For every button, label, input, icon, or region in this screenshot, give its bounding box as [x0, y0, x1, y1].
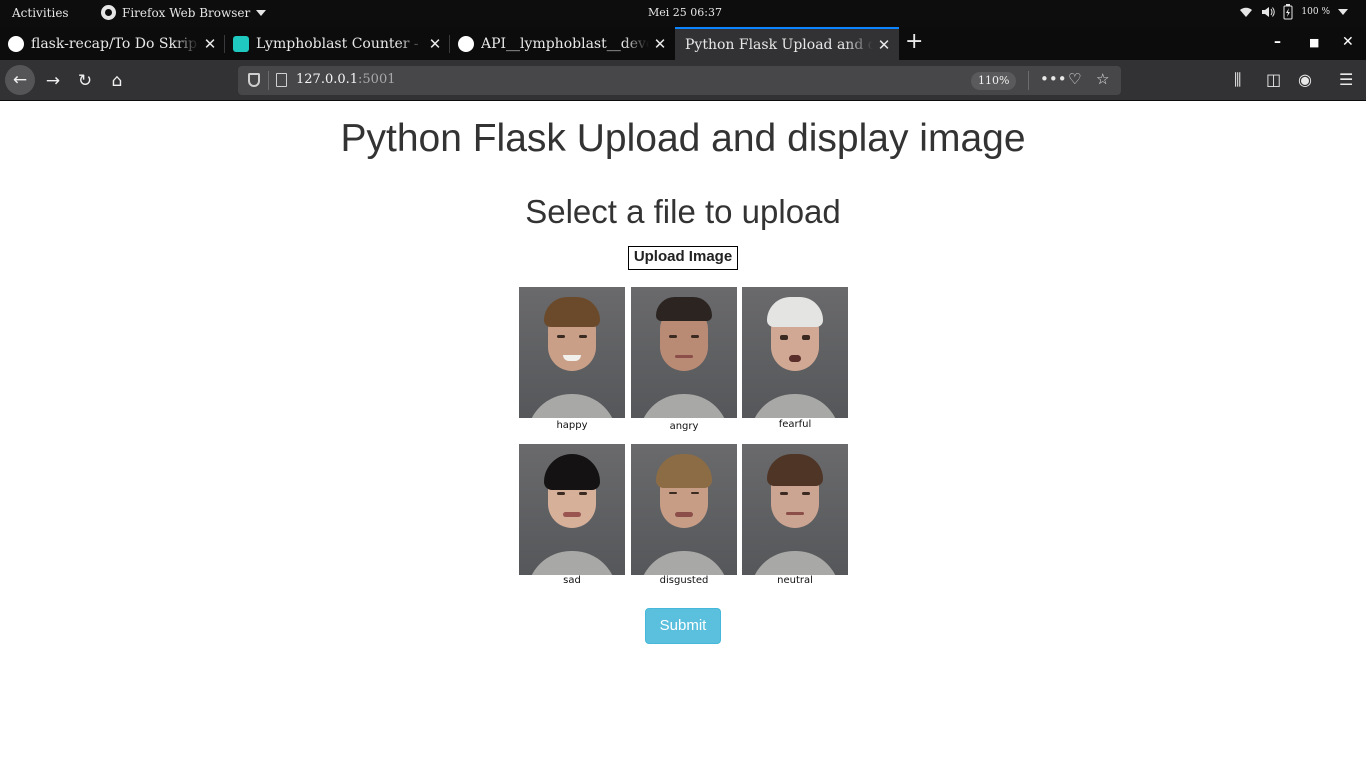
- sidebar-icon[interactable]: ◫: [1266, 70, 1281, 89]
- submit-button[interactable]: Submit: [645, 608, 721, 644]
- image-caption: neutral: [777, 575, 813, 586]
- home-icon: ⌂: [111, 71, 123, 91]
- system-top-bar: Activities Firefox Web Browser Mei 25 06…: [0, 0, 1366, 27]
- system-tray[interactable]: 100 %: [1239, 4, 1348, 20]
- page-title: Python Flask Upload and display image: [340, 117, 1026, 160]
- tracking-shield-icon[interactable]: [248, 73, 260, 87]
- activities-button[interactable]: Activities: [12, 6, 69, 20]
- close-icon[interactable]: ✕: [873, 36, 895, 54]
- tab-flask-upload[interactable]: Python Flask Upload and di ✕: [675, 27, 899, 60]
- upload-image-button[interactable]: Upload Image: [628, 246, 738, 270]
- arrow-left-icon: ←: [12, 70, 28, 90]
- face-photo: [742, 287, 848, 418]
- battery-icon: [1283, 4, 1293, 20]
- image-caption: disgusted: [659, 575, 709, 586]
- face-photo: [631, 287, 737, 418]
- url-host: 127.0.0.1: [296, 72, 359, 87]
- maximize-button[interactable]: ■: [1309, 36, 1319, 49]
- pocket-icon[interactable]: ♡: [1068, 70, 1081, 88]
- wifi-icon: [1240, 7, 1253, 17]
- tab-title: API__lymphoblast__deve: [481, 35, 649, 52]
- back-button[interactable]: ←: [5, 65, 35, 95]
- library-icon[interactable]: ⫼: [1234, 70, 1241, 90]
- image-caption: fearful: [778, 419, 812, 430]
- minimize-button[interactable]: –: [1274, 34, 1281, 50]
- battery-percent: 100 %: [1301, 7, 1330, 17]
- reload-button[interactable]: ↻: [71, 68, 99, 94]
- app-menu-label: Firefox Web Browser: [122, 5, 251, 20]
- face-photo: [742, 444, 848, 575]
- close-icon[interactable]: ✕: [199, 35, 221, 53]
- tab-strip: flask-recap/To Do Skripsi ✕ Lymphoblast …: [0, 27, 1366, 60]
- face-photo: [631, 444, 737, 575]
- image-caption: sad: [563, 575, 581, 586]
- url-text[interactable]: 127.0.0.1:5001: [296, 72, 396, 87]
- tab-title: Lymphoblast Counter -: [256, 35, 419, 52]
- image-caption: angry: [669, 421, 699, 432]
- forward-button[interactable]: →: [39, 68, 67, 94]
- tab-title: Python Flask Upload and di: [685, 36, 873, 53]
- url-port: :5001: [358, 72, 396, 87]
- menu-icon[interactable]: ☰: [1339, 70, 1353, 89]
- page-actions-icon[interactable]: •••: [1040, 70, 1067, 88]
- tab-title: flask-recap/To Do Skripsi: [31, 35, 199, 52]
- new-tab-button[interactable]: +: [905, 29, 923, 54]
- urlbar-divider: [1028, 71, 1029, 90]
- page-content: Python Flask Upload and display image Se…: [0, 101, 1366, 768]
- face-photo: [519, 444, 625, 575]
- firefox-icon: [101, 5, 116, 20]
- chart-icon: [233, 35, 249, 52]
- arrow-right-icon: →: [45, 71, 61, 91]
- image-caption: happy: [556, 420, 588, 431]
- urlbar-divider: [268, 71, 269, 90]
- page-subtitle: Select a file to upload: [525, 193, 841, 230]
- chevron-down-icon: [1338, 9, 1348, 15]
- url-bar[interactable]: 127.0.0.1:5001 110% ••• ♡ ☆: [238, 66, 1121, 95]
- github-icon: [8, 35, 24, 52]
- zoom-indicator[interactable]: 110%: [971, 72, 1017, 90]
- close-icon[interactable]: ✕: [649, 35, 671, 53]
- page-info-icon[interactable]: [276, 73, 287, 87]
- window-close-button[interactable]: ✕: [1342, 34, 1354, 50]
- account-icon[interactable]: ◉: [1298, 70, 1312, 89]
- clock[interactable]: Mei 25 06:37: [648, 6, 722, 19]
- app-menu[interactable]: Firefox Web Browser: [101, 5, 267, 20]
- github-icon: [458, 35, 474, 52]
- home-button[interactable]: ⌂: [103, 68, 131, 94]
- tab-flask-recap[interactable]: flask-recap/To Do Skripsi ✕: [0, 27, 225, 60]
- chevron-down-icon: [256, 9, 267, 16]
- tab-lymphoblast-counter[interactable]: Lymphoblast Counter - ✕: [225, 27, 450, 60]
- tab-api-lymphoblast[interactable]: API__lymphoblast__deve ✕: [450, 27, 675, 60]
- volume-icon: [1262, 7, 1276, 17]
- navigation-toolbar: ← → ↻ ⌂ 127.0.0.1:5001 110% ••• ♡ ☆ ⫼ ◫ …: [0, 60, 1366, 101]
- reload-icon: ↻: [77, 71, 93, 91]
- close-icon[interactable]: ✕: [424, 35, 446, 53]
- bookmark-star-icon[interactable]: ☆: [1096, 70, 1109, 88]
- face-photo: [519, 287, 625, 418]
